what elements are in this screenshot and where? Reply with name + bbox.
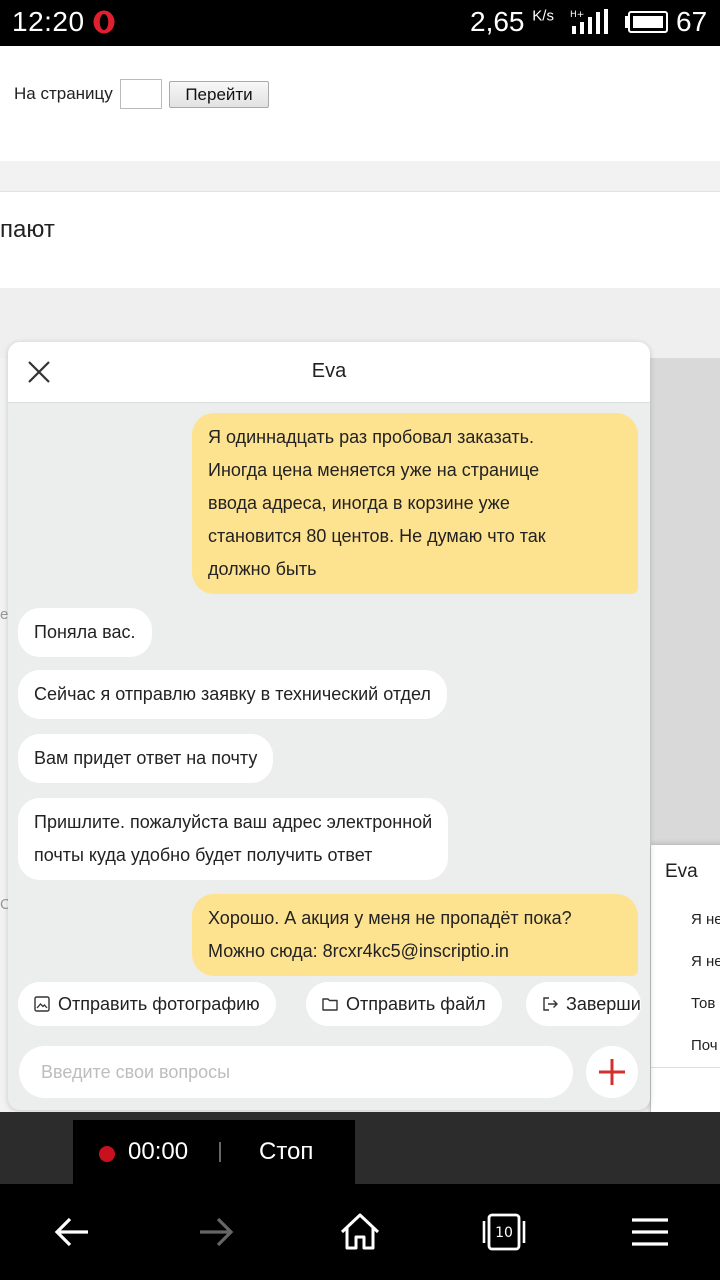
record-timer: 00:00	[128, 1138, 189, 1165]
agent-message: Поняла вас.	[18, 608, 152, 657]
secondary-chat-line: Я не	[691, 953, 720, 970]
plus-icon[interactable]	[586, 1046, 638, 1098]
svg-text:10: 10	[495, 1225, 513, 1241]
network-speed: 2,65 K/s	[470, 6, 554, 37]
battery-icon	[625, 11, 668, 33]
folder-icon	[322, 998, 338, 1011]
forward-arrow-icon[interactable]	[186, 1202, 246, 1262]
finish-chat-label: Заверши	[566, 994, 641, 1014]
send-photo-button[interactable]: Отправить фотографию	[18, 982, 276, 1026]
agent-message: Вам придет ответ на почту	[18, 734, 274, 783]
message-line: Хорошо. А акция у меня не пропадёт пока?	[208, 908, 572, 928]
battery-level: 67	[676, 6, 708, 37]
message-line: становится 80 центов. Не думаю что так	[208, 526, 546, 546]
opera-icon	[93, 10, 115, 34]
secondary-chat-line: Я не	[691, 911, 720, 928]
divider	[219, 1142, 221, 1162]
send-file-label: Отправить файл	[346, 994, 486, 1014]
exit-icon	[543, 997, 558, 1011]
secondary-chat-line: Поч	[691, 1037, 718, 1054]
content-card-text: пают	[0, 216, 55, 243]
signal-icon: H+	[570, 9, 608, 34]
agent-message: Сейчас я отправлю заявку в технический о…	[18, 670, 447, 719]
chat-title: Eva	[311, 360, 347, 382]
image-icon	[34, 996, 50, 1012]
divider	[651, 1067, 720, 1068]
tabs-icon[interactable]: 10	[474, 1202, 534, 1262]
message-line: Я одиннадцать раз пробовал заказать.	[208, 427, 534, 447]
secondary-chat-popup: Eva Я не Я не Тов Поч	[651, 845, 720, 1115]
status-bar: 12:20 2,65 K/s H+ 67	[0, 0, 720, 46]
message-line: Вам придет ответ на почту	[34, 748, 258, 768]
chat-header: Eva	[8, 342, 650, 403]
back-arrow-icon[interactable]	[42, 1202, 102, 1262]
agent-message: Пришлите. пожалуйста ваш адрес электронн…	[18, 798, 449, 880]
go-button[interactable]: Перейти	[169, 81, 269, 108]
browser-nav-bar: 10	[0, 1184, 720, 1280]
home-icon[interactable]	[330, 1202, 390, 1262]
send-photo-label: Отправить фотографию	[58, 994, 260, 1014]
message-input[interactable]	[19, 1046, 573, 1098]
user-message: Хорошо. А акция у меня не пропадёт пока?…	[192, 894, 638, 976]
message-line: Иногда цена меняется уже на странице	[208, 460, 540, 480]
message-line: должно быть	[208, 559, 317, 579]
stop-recording-button[interactable]: Стоп	[259, 1138, 313, 1166]
message-line: почты куда удобно будет получить ответ	[34, 845, 373, 865]
screen-recorder: 00:00 Стоп	[73, 1120, 355, 1184]
menu-icon[interactable]	[620, 1202, 680, 1262]
message-line: Сейчас я отправлю заявку в технический о…	[34, 684, 431, 704]
status-time: 12:20	[12, 6, 85, 37]
finish-chat-button[interactable]: Заверши	[526, 982, 641, 1026]
secondary-chat-title: Eva	[665, 861, 698, 882]
chat-window: Eva Я одиннадцать раз пробовал заказать.…	[8, 342, 650, 1110]
svg-text:H+: H+	[570, 10, 584, 20]
message-line: Можно сюда: 8rcxr4kc5@inscriptio.in	[208, 941, 509, 961]
user-message: Я одиннадцать раз пробовал заказать. Ино…	[192, 413, 638, 594]
message-line: Пришлите. пожалуйста ваш адрес электронн…	[34, 812, 433, 832]
record-dot-icon	[99, 1146, 115, 1162]
content-card	[0, 191, 720, 289]
page-number-input[interactable]	[120, 79, 162, 109]
message-line: Поняла вас.	[34, 622, 136, 642]
message-line: ввода адреса, иногда в корзине уже	[208, 493, 510, 513]
to-page-label: На страницу	[14, 84, 113, 103]
send-file-button[interactable]: Отправить файл	[306, 982, 502, 1026]
secondary-chat-line: Тов	[691, 995, 716, 1012]
